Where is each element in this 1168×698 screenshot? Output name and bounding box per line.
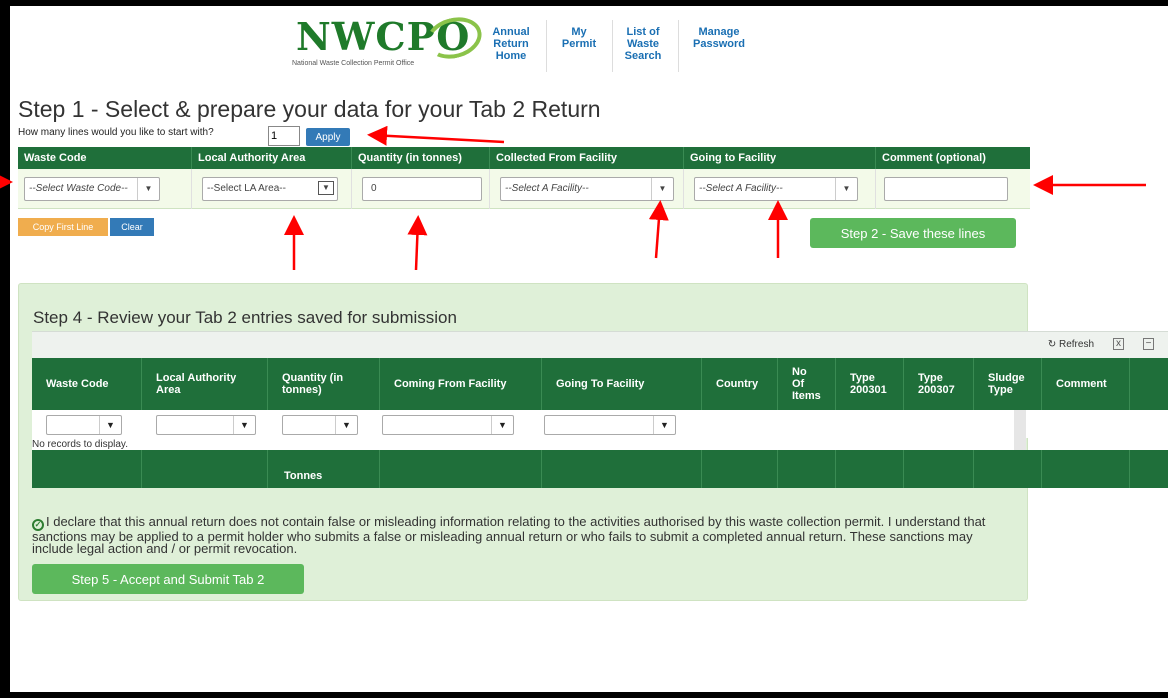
filter-icon[interactable]: ▼ <box>491 416 513 434</box>
copy-first-line-button[interactable]: Copy First Line <box>18 218 108 236</box>
nav-divider <box>612 20 613 72</box>
chevron-down-icon: ▼ <box>137 178 159 200</box>
step1-title: Step 1 - Select & prepare your data for … <box>18 96 601 122</box>
filter-quantity[interactable]: ▼ <box>282 415 358 435</box>
apply-button[interactable]: Apply <box>306 128 350 146</box>
step5-accept-submit-button[interactable]: Step 5 - Accept and Submit Tab 2 <box>32 564 304 594</box>
waste-code-select[interactable]: --Select Waste Code-- ▼ <box>24 177 160 201</box>
grid-col-waste-code[interactable]: Waste Code <box>32 358 142 410</box>
nav-annual-return-home[interactable]: Annual Return Home <box>484 26 538 62</box>
nav-list-of-waste-search[interactable]: List of Waste Search <box>618 26 668 62</box>
grid-toolbar: ↻ Refresh x − <box>32 331 1168 358</box>
comment-input[interactable] <box>884 177 1008 201</box>
grid-col-type-200307[interactable]: Type 200307 <box>904 358 974 410</box>
entry-row: --Select Waste Code-- ▼ --Select LA Area… <box>18 169 1030 209</box>
step2-save-button[interactable]: Step 2 - Save these lines <box>810 218 1016 248</box>
declaration: ✓ I declare that this annual return does … <box>32 514 992 556</box>
nav-divider <box>546 20 547 72</box>
refresh-icon: ↻ <box>1047 339 1059 350</box>
filter-icon[interactable]: ▼ <box>653 416 675 434</box>
step4-title: Step 4 - Review your Tab 2 entries saved… <box>33 308 457 327</box>
grid-col-going-to-facility[interactable]: Going To Facility <box>542 358 702 410</box>
declaration-text: I declare that this annual return does n… <box>32 514 986 556</box>
logo-subtitle: National Waste Collection Permit Office <box>292 60 415 67</box>
chevron-down-icon: ▼ <box>651 178 673 200</box>
filter-coming-from[interactable]: ▼ <box>382 415 514 435</box>
review-grid-footer: Tonnes <box>32 450 1168 488</box>
page-frame: NWCPO National Waste Collection Permit O… <box>10 6 1168 692</box>
grid-col-comment[interactable]: Comment <box>1042 358 1130 410</box>
grid-col-type-200301[interactable]: Type 200301 <box>836 358 904 410</box>
filter-icon[interactable]: ▼ <box>99 416 121 434</box>
col-collected-from-facility: Collected From Facility <box>490 147 684 169</box>
clear-button[interactable]: Clear <box>110 218 154 236</box>
col-local-authority-area: Local Authority Area <box>192 147 352 169</box>
col-waste-code: Waste Code <box>18 147 192 169</box>
chevron-down-icon: ▼ <box>318 181 334 195</box>
lines-count-label: How many lines would you like to start w… <box>18 127 214 138</box>
lines-count-input[interactable] <box>268 126 300 146</box>
grid-col-coming-from-facility[interactable]: Coming From Facility <box>380 358 542 410</box>
col-going-to-facility: Going to Facility <box>684 147 876 169</box>
grid-col-country[interactable]: Country <box>702 358 778 410</box>
refresh-button[interactable]: ↻ Refresh <box>1048 339 1094 350</box>
pdf-export-icon[interactable]: − <box>1143 338 1154 350</box>
grid-col-sludge-type[interactable]: Sludge Type <box>974 358 1042 410</box>
nav-manage-password[interactable]: Manage Password <box>686 26 752 50</box>
filter-icon[interactable]: ▼ <box>233 416 255 434</box>
nav-my-permit[interactable]: My Permit <box>554 26 604 50</box>
entry-table-header: Waste Code Local Authority Area Quantity… <box>18 147 1030 169</box>
going-to-select[interactable]: --Select A Facility-- ▼ <box>694 177 858 201</box>
chevron-down-icon: ▼ <box>835 178 857 200</box>
filter-icon[interactable]: ▼ <box>335 416 357 434</box>
grid-col-quantity[interactable]: Quantity (in tonnes) <box>268 358 380 410</box>
excel-export-icon[interactable]: x <box>1113 338 1124 350</box>
grid-filter-row: ▼ ▼ ▼ ▼ ▼ <box>32 410 1168 438</box>
nav-divider <box>678 20 679 72</box>
collected-from-select[interactable]: --Select A Facility-- ▼ <box>500 177 674 201</box>
filter-going-to[interactable]: ▼ <box>544 415 676 435</box>
col-quantity: Quantity (in tonnes) <box>352 147 490 169</box>
filter-la-area[interactable]: ▼ <box>156 415 256 435</box>
la-area-select[interactable]: --Select LA Area-- ▼ <box>202 177 338 201</box>
footer-tonnes: Tonnes <box>268 450 380 488</box>
grid-col-no-of-items[interactable]: No Of Items <box>778 358 836 410</box>
nwcpo-logo[interactable]: NWCPO National Waste Collection Permit O… <box>286 11 487 74</box>
review-grid-header: Waste Code Local Authority Area Quantity … <box>32 358 1168 410</box>
filter-waste-code[interactable]: ▼ <box>46 415 122 435</box>
grid-scrollbar[interactable] <box>1014 410 1026 454</box>
quantity-input[interactable]: 0 <box>362 177 482 201</box>
col-comment: Comment (optional) <box>882 152 986 164</box>
grid-col-local-authority-area[interactable]: Local Authority Area <box>142 358 268 410</box>
